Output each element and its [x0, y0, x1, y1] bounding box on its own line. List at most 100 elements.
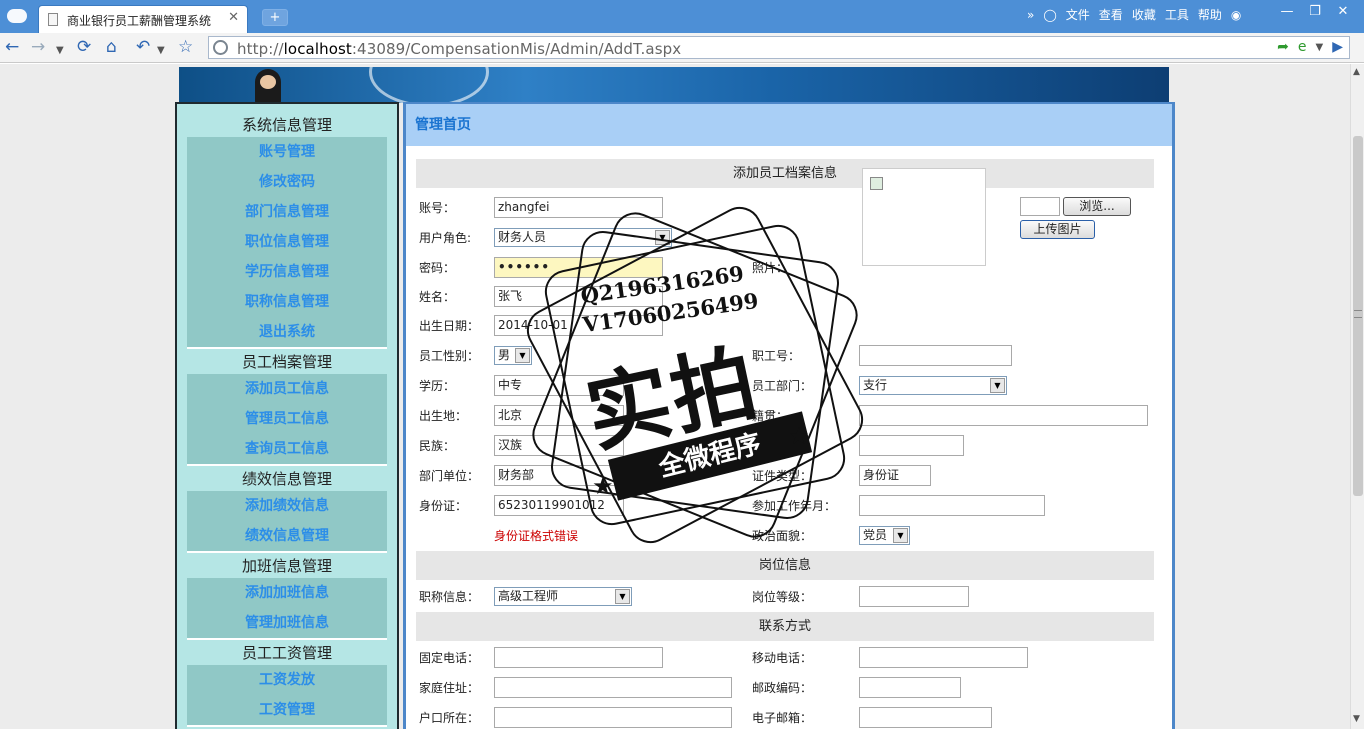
postcode-input[interactable]: [859, 677, 961, 698]
sidebar-item-department[interactable]: 部门信息管理: [187, 197, 387, 227]
address-input[interactable]: [494, 677, 732, 698]
restore-icon[interactable]: ❐: [1306, 4, 1324, 19]
menu-help[interactable]: 帮助: [1198, 6, 1222, 23]
sidebar-item-account[interactable]: 账号管理: [187, 137, 387, 167]
menu-overflow-icon[interactable]: »: [1027, 8, 1034, 22]
scroll-up-icon[interactable]: ▲: [1353, 67, 1360, 77]
id-card-error: 身份证格式错误: [494, 529, 579, 543]
undo-dropdown-icon[interactable]: ▼: [157, 41, 165, 61]
political-status-select[interactable]: 党员 ▼: [859, 526, 910, 545]
photo-label: 照片：: [752, 261, 789, 275]
sidebar-item-manage-overtime[interactable]: 管理加班信息: [187, 608, 387, 638]
sidebar-section-title: 系统信息管理: [241, 116, 332, 134]
menu-favorites[interactable]: 收藏: [1132, 6, 1156, 23]
phone-input[interactable]: [494, 647, 663, 668]
chevron-down-icon[interactable]: ▼: [990, 378, 1005, 393]
photo-preview: [862, 168, 986, 266]
sidebar-item-manage-salary[interactable]: 工资管理: [187, 695, 387, 725]
skin-icon[interactable]: ◉: [1231, 8, 1241, 22]
hukou-label: 户口所在：: [419, 711, 480, 725]
birthplace-input[interactable]: 北京: [494, 405, 624, 426]
menu-file[interactable]: 文件: [1066, 6, 1090, 23]
sidebar-item-add-performance[interactable]: 添加绩效信息: [187, 491, 387, 521]
education-input[interactable]: 中专: [494, 375, 624, 396]
menu-view[interactable]: 查看: [1099, 6, 1123, 23]
unlabeled-input[interactable]: [859, 435, 964, 456]
sidebar-item-manage-employee[interactable]: 管理员工信息: [187, 404, 387, 434]
address-bar[interactable]: http://localhost:43089/CompensationMis/A…: [208, 36, 1350, 59]
address-dropdown-icon[interactable]: ▼: [1316, 39, 1324, 55]
chevron-down-icon[interactable]: ▼: [515, 348, 530, 363]
sidebar-item-add-overtime[interactable]: 添加加班信息: [187, 578, 387, 608]
undo-icon[interactable]: ↶: [136, 37, 150, 57]
job-title-select[interactable]: 高级工程师 ▼: [494, 587, 632, 606]
id-card-input[interactable]: 65230119901012: [494, 495, 624, 516]
menu-tools[interactable]: 工具: [1165, 6, 1189, 23]
work-start-label: 参加工作年月：: [752, 499, 837, 513]
close-window-icon[interactable]: ✕: [1334, 4, 1352, 19]
sidebar-item-education[interactable]: 学历信息管理: [187, 257, 387, 287]
birth-date-input[interactable]: 2014-10-01: [494, 315, 663, 336]
sidebar: 系统信息管理 账号管理 修改密码 部门信息管理 职位信息管理 学历信息管理 职称…: [175, 102, 399, 729]
ie-mode-icon[interactable]: e: [1298, 39, 1307, 55]
broken-image-icon: [870, 177, 883, 190]
id-type-input[interactable]: 身份证: [859, 465, 931, 486]
navigation-bar: ← → ▼ ⟳ ⌂ ↶ ▼ ☆ http://localhost:43089/C…: [0, 33, 1364, 63]
tab-close-icon[interactable]: ✕: [228, 10, 239, 25]
role-select[interactable]: 财务人员 ▼: [494, 228, 672, 247]
refresh-icon[interactable]: ⟳: [77, 37, 91, 57]
back-icon[interactable]: ←: [5, 37, 19, 57]
new-tab-button[interactable]: +: [262, 9, 288, 26]
employee-department-select[interactable]: 支行 ▼: [859, 376, 1007, 395]
work-start-input[interactable]: [859, 495, 1045, 516]
ethnicity-input[interactable]: 汉族: [494, 435, 624, 456]
position-level-input[interactable]: [859, 586, 969, 607]
sidebar-item-change-password[interactable]: 修改密码: [187, 167, 387, 197]
sidebar-item-title[interactable]: 职称信息管理: [187, 287, 387, 317]
ethnicity-label: 民族：: [419, 439, 456, 453]
native-place-input[interactable]: [859, 405, 1148, 426]
sidebar-item-add-employee[interactable]: 添加员工信息: [187, 374, 387, 404]
chevron-down-icon[interactable]: ▼: [893, 528, 908, 543]
forward-icon[interactable]: →: [31, 37, 45, 57]
browser-tab[interactable]: 商业银行员工薪酬管理系统 ✕: [38, 5, 248, 33]
main-header: 管理首页: [406, 104, 1172, 146]
share-icon[interactable]: ➦: [1277, 39, 1289, 55]
email-input[interactable]: [859, 707, 992, 728]
history-dropdown-icon[interactable]: ▼: [56, 41, 64, 61]
sidebar-item-position[interactable]: 职位信息管理: [187, 227, 387, 257]
name-input[interactable]: 张飞: [494, 286, 663, 307]
address-url[interactable]: http://localhost:43089/CompensationMis/A…: [237, 40, 681, 58]
home-icon[interactable]: ⌂: [106, 37, 117, 57]
browser-titlebar: 商业银行员工薪酬管理系统 ✕ + » ◯ 文件 查看 收藏 工具 帮助 ◉ — …: [0, 0, 1364, 33]
file-path-input[interactable]: [1020, 197, 1060, 216]
cloud-icon[interactable]: [7, 9, 27, 23]
mobile-input[interactable]: [859, 647, 1028, 668]
role-label: 用户角色:: [419, 231, 472, 245]
page-scrollbar[interactable]: ▲ ▼: [1350, 64, 1364, 729]
user-icon[interactable]: ◯: [1043, 8, 1056, 22]
native-place-label: 籍贯：: [752, 409, 789, 423]
phone-label: 固定电话：: [419, 651, 480, 665]
education-label: 学历：: [419, 379, 456, 393]
browse-button[interactable]: 浏览...: [1063, 197, 1131, 216]
hukou-input[interactable]: [494, 707, 732, 728]
gender-select[interactable]: 男 ▼: [494, 346, 532, 365]
banner-person-image: [255, 69, 281, 103]
password-input[interactable]: ••••••: [494, 257, 663, 278]
account-input[interactable]: zhangfei: [494, 197, 663, 218]
chevron-down-icon[interactable]: ▼: [655, 230, 670, 245]
sidebar-item-pay-salary[interactable]: 工资发放: [187, 665, 387, 695]
upload-image-button[interactable]: 上传图片: [1020, 220, 1095, 239]
sidebar-section-title: 绩效信息管理: [241, 470, 332, 488]
minimize-icon[interactable]: —: [1278, 4, 1296, 19]
sidebar-item-query-employee[interactable]: 查询员工信息: [187, 434, 387, 464]
favorite-star-icon[interactable]: ☆: [178, 37, 193, 57]
scroll-down-icon[interactable]: ▼: [1353, 714, 1360, 724]
sidebar-item-logout[interactable]: 退出系统: [187, 317, 387, 347]
department-input[interactable]: 财务部: [494, 465, 624, 486]
go-icon[interactable]: ▶: [1332, 39, 1343, 55]
chevron-down-icon[interactable]: ▼: [615, 589, 630, 604]
employee-number-input[interactable]: [859, 345, 1012, 366]
sidebar-item-manage-performance[interactable]: 绩效信息管理: [187, 521, 387, 551]
